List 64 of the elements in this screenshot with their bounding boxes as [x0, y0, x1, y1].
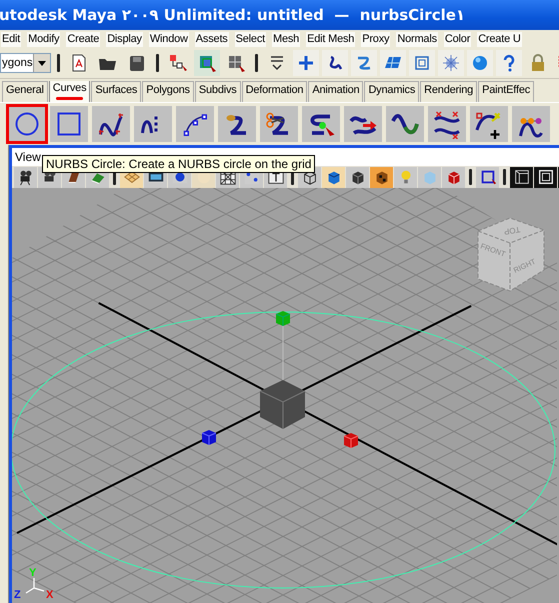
menu-item[interactable]: Display	[106, 32, 143, 46]
menu-item[interactable]: Select	[234, 32, 266, 46]
tooltip: NURBS Circle: Create a NURBS circle on the grid	[42, 155, 316, 173]
shelf-tab[interactable]: Polygons	[142, 81, 194, 102]
shaded-cube-icon[interactable]	[322, 166, 345, 188]
menu-item[interactable]: Create U	[477, 32, 522, 46]
curve-brush-icon[interactable]	[218, 106, 256, 142]
toolbar-handle[interactable]	[469, 169, 472, 185]
shelf-tab[interactable]: Curves	[48, 81, 90, 102]
checker-cube-icon[interactable]	[370, 166, 393, 188]
crop-frame-icon[interactable]	[476, 166, 499, 188]
dotted-curve-icon[interactable]	[134, 106, 172, 142]
menu-item[interactable]: Edit	[1, 32, 22, 46]
plus-icon[interactable]	[292, 50, 319, 76]
toolbar-handle[interactable]	[56, 54, 60, 72]
burst-icon[interactable]	[438, 50, 464, 76]
square-icon[interactable]	[50, 106, 88, 142]
question-mark-icon[interactable]	[496, 50, 522, 76]
toolbar-handle[interactable]	[503, 169, 506, 185]
menu-item[interactable]: Normals	[396, 32, 438, 46]
caret-icon	[32, 54, 50, 72]
menu-item[interactable]: Assets	[194, 32, 229, 46]
toolbar-handle[interactable]	[156, 54, 159, 72]
menu-item[interactable]: Edit Mesh	[306, 32, 356, 46]
cv-curve-icon[interactable]	[92, 106, 130, 142]
arc-points-icon[interactable]	[176, 106, 214, 142]
curve-point-cursor-icon[interactable]	[302, 106, 340, 142]
view-cube-top-label: TOP	[503, 224, 521, 236]
shelf-tab[interactable]: Surfaces	[91, 81, 142, 102]
solid-cube-icon[interactable]	[442, 166, 465, 188]
frame-icon[interactable]	[534, 166, 557, 188]
insert-point-icon[interactable]	[470, 106, 508, 142]
s-curve-icon[interactable]	[350, 50, 377, 76]
toolbar-handle[interactable]	[254, 54, 258, 72]
shelf-tab[interactable]: Dynamics	[364, 81, 420, 102]
grid-surface-icon[interactable]	[380, 50, 406, 76]
menu-item[interactable]: Color	[444, 32, 472, 46]
z-manipulator-cube[interactable]	[202, 430, 216, 446]
dark-cube-icon[interactable]	[346, 166, 369, 188]
scissors-curve-icon[interactable]	[260, 106, 298, 142]
center-manipulator-cube[interactable]	[260, 380, 306, 430]
x-manipulator-cube[interactable]	[344, 433, 358, 448]
shelf-tab[interactable]: Subdivs	[194, 81, 241, 102]
menu-item[interactable]: Mesh	[272, 32, 300, 46]
shelf-tab[interactable]: Deformation	[242, 81, 308, 102]
panel-menu-item[interactable]: View	[15, 150, 41, 164]
wave-curve-icon[interactable]	[386, 106, 424, 142]
camera-icon[interactable]	[14, 166, 37, 188]
wire-box-icon[interactable]	[510, 166, 533, 188]
menu-item[interactable]: Proxy	[361, 32, 390, 46]
curve-icon[interactable]	[322, 50, 348, 76]
menu-item[interactable]: Modify	[27, 32, 60, 46]
curve-points-icon[interactable]	[512, 106, 550, 142]
shelf-tab[interactable]: Animation	[308, 81, 364, 102]
window-title: utodesk Maya ۲۰۰۹ Unlimited: untitled — nurbsCircle۱	[0, 5, 466, 26]
shelf-tab[interactable]: General	[2, 81, 48, 102]
menu-item[interactable]: Window	[148, 32, 189, 46]
crossed-curves-icon[interactable]	[428, 106, 466, 142]
menu-item[interactable]: Create	[66, 32, 100, 46]
axis-indicator-drawing: Y Z X	[14, 567, 54, 601]
object-cursor-icon[interactable]	[194, 50, 220, 76]
shelf-tab[interactable]: Rendering	[420, 81, 478, 102]
shelf-tab[interactable]: PaintEffec	[478, 81, 534, 102]
mode-dropdown[interactable]: ygons	[0, 53, 51, 73]
